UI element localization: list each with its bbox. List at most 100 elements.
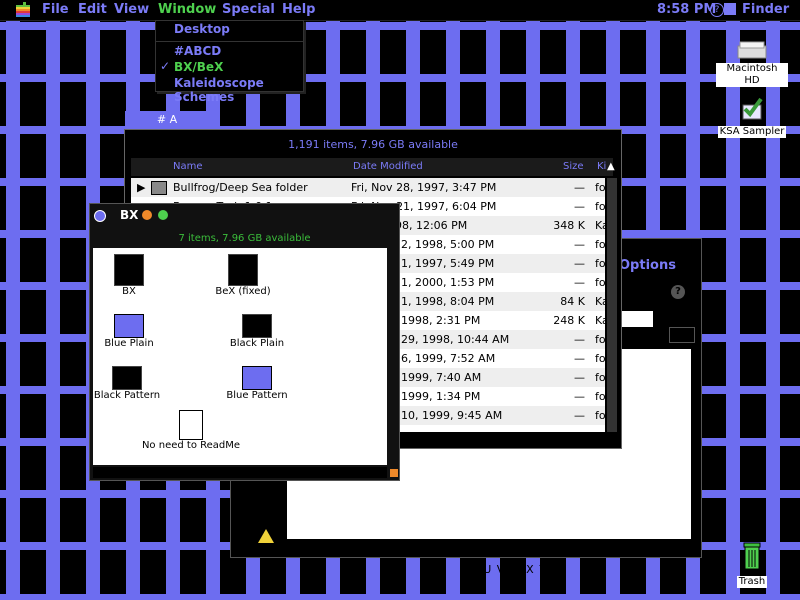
desktop-icon-macintosh-hd[interactable]: Macintosh HD — [716, 40, 788, 87]
alphabet-text: T U V W X Y Z — [471, 563, 560, 576]
apple-menu-icon[interactable] — [16, 2, 30, 17]
row-kind: fol — [595, 409, 605, 422]
menu-item-bx-bex[interactable]: ✓ BX/BeX — [156, 59, 303, 75]
menu-clock[interactable]: 8:58 PM — [657, 2, 716, 17]
window-menu-dropdown: Desktop #ABCD ✓ BX/BeX Kaleidoscope Schem… — [155, 20, 304, 104]
file-black-plain[interactable]: Black Plain — [207, 314, 307, 349]
menu-item-abcd[interactable]: #ABCD — [156, 43, 303, 59]
disclosure-triangle-icon[interactable]: ▶ — [137, 181, 145, 194]
menu-item-desktop[interactable]: Desktop — [156, 21, 303, 37]
row-kind: fol — [595, 333, 605, 346]
row-kind: Ka — [595, 295, 605, 308]
menu-view[interactable]: View — [114, 2, 149, 17]
text-document-icon — [179, 410, 203, 440]
row-name: Bullfrog/Deep Sea folder — [173, 181, 308, 194]
finder-app-icon[interactable] — [724, 3, 736, 15]
row-size: — — [574, 333, 585, 346]
collapse-box-icon[interactable] — [158, 210, 168, 220]
row-size: — — [574, 181, 585, 194]
menu-edit[interactable]: Edit — [78, 2, 107, 17]
bx-folder-window[interactable]: BX 7 items, 7.96 GB available BX BeX (fi… — [89, 203, 400, 481]
folder-icon — [151, 181, 167, 195]
file-label: Black Plain — [229, 338, 285, 349]
row-kind: fol — [595, 352, 605, 365]
row-size: — — [574, 390, 585, 403]
folder-tab-a[interactable]: # A — [125, 111, 209, 129]
blue-pattern-file-icon — [242, 366, 272, 390]
list-row[interactable]: ▶ Bullfrog/Deep Sea folder Fri, Nov 28, … — [131, 178, 605, 197]
menu-file[interactable]: File — [42, 2, 69, 17]
row-size: 84 K — [560, 295, 585, 308]
file-label: BX — [122, 286, 136, 297]
row-date: 1999, 7:40 AM — [401, 371, 482, 384]
vertical-scrollbar[interactable] — [607, 178, 617, 432]
bx-window-title: BX — [120, 208, 139, 222]
file-no-need-to-readme[interactable]: No need to ReadMe — [141, 410, 241, 451]
menu-bar: File Edit View Window Special Help 8:58 … — [0, 0, 800, 21]
row-date: 1, 2000, 1:53 PM — [401, 276, 495, 289]
trash-icon — [743, 542, 761, 570]
black-pattern-file-icon — [112, 366, 142, 390]
row-date: 1, 1997, 5:49 PM — [401, 257, 495, 270]
column-date-modified[interactable]: Date Modified — [353, 161, 423, 172]
file-blue-pattern[interactable]: Blue Pattern — [207, 366, 307, 401]
file-black-pattern[interactable]: Black Pattern — [77, 366, 177, 401]
checkmark-icon: ✓ — [160, 59, 171, 73]
close-box-icon[interactable] — [94, 210, 106, 222]
file-bx[interactable]: BX — [79, 254, 179, 297]
file-label: No need to ReadMe — [141, 440, 241, 451]
blue-plain-file-icon — [114, 314, 144, 338]
row-date: 1, 1998, 8:04 PM — [401, 295, 495, 308]
file-label: Blue Plain — [104, 338, 154, 349]
file-blue-plain[interactable]: Blue Plain — [79, 314, 179, 349]
menu-window[interactable]: Window — [158, 2, 217, 17]
file-label: Black Pattern — [93, 390, 161, 401]
file-bex-fixed[interactable]: BeX (fixed) — [193, 254, 293, 297]
help-icon[interactable]: ? — [671, 285, 685, 299]
options-text-field[interactable] — [617, 311, 653, 327]
help-balloon-icon[interactable]: ? — [710, 3, 724, 17]
app-menu-finder[interactable]: Finder — [742, 2, 789, 17]
list-column-header: Name Date Modified Size Ki ▲ — [131, 158, 615, 176]
desktop-icon-trash[interactable]: Trash — [730, 541, 774, 588]
menu-separator — [156, 41, 303, 42]
column-name[interactable]: Name — [173, 161, 203, 172]
menu-item-label: #ABCD — [174, 44, 222, 58]
desktop-icon-label: Macintosh HD — [716, 63, 788, 87]
row-kind: fol — [595, 200, 605, 213]
menu-window-label: Window — [158, 2, 217, 17]
row-size: 348 K — [553, 219, 585, 232]
column-kind[interactable]: Ki — [597, 161, 606, 172]
file-label: Blue Pattern — [226, 390, 288, 401]
hard-disk-icon — [737, 41, 767, 59]
folder-with-checkmark-icon — [742, 97, 763, 120]
sort-direction-icon[interactable]: ▲ — [607, 161, 615, 172]
menu-item-label: Desktop — [174, 22, 230, 36]
row-size: — — [574, 371, 585, 384]
column-size[interactable]: Size — [563, 161, 584, 172]
desktop-icon-label: KSA Sampler — [717, 126, 787, 138]
menu-item-label: Kaleidoscope Schemes — [174, 76, 264, 104]
desktop-icon-ksa-sampler[interactable]: KSA Sampler — [716, 95, 788, 138]
bx-window-status: 7 items, 7.96 GB available — [178, 233, 311, 244]
row-kind: Ka — [595, 219, 605, 232]
resize-grip-icon[interactable] — [390, 469, 398, 477]
zoom-box-icon[interactable] — [142, 210, 152, 220]
bex-file-icon — [228, 254, 258, 286]
menu-item-kaleidoscope-schemes[interactable]: Kaleidoscope Schemes — [156, 75, 303, 104]
row-size: 248 K — [553, 314, 585, 327]
row-kind: fol — [595, 390, 605, 403]
row-date: 1998, 2:31 PM — [401, 314, 481, 327]
menu-help[interactable]: Help — [282, 2, 315, 17]
horizontal-scrollbar[interactable] — [93, 467, 387, 478]
options-window-title: Options — [619, 258, 676, 273]
row-kind: fol — [595, 276, 605, 289]
options-box — [669, 327, 695, 343]
black-plain-file-icon — [242, 314, 272, 338]
bx-file-icon — [114, 254, 144, 286]
row-size: — — [574, 352, 585, 365]
row-date: 29, 1998, 10:44 AM — [401, 333, 510, 346]
row-kind: fol — [595, 238, 605, 251]
menu-special[interactable]: Special — [222, 2, 275, 17]
row-kind: fol — [595, 371, 605, 384]
